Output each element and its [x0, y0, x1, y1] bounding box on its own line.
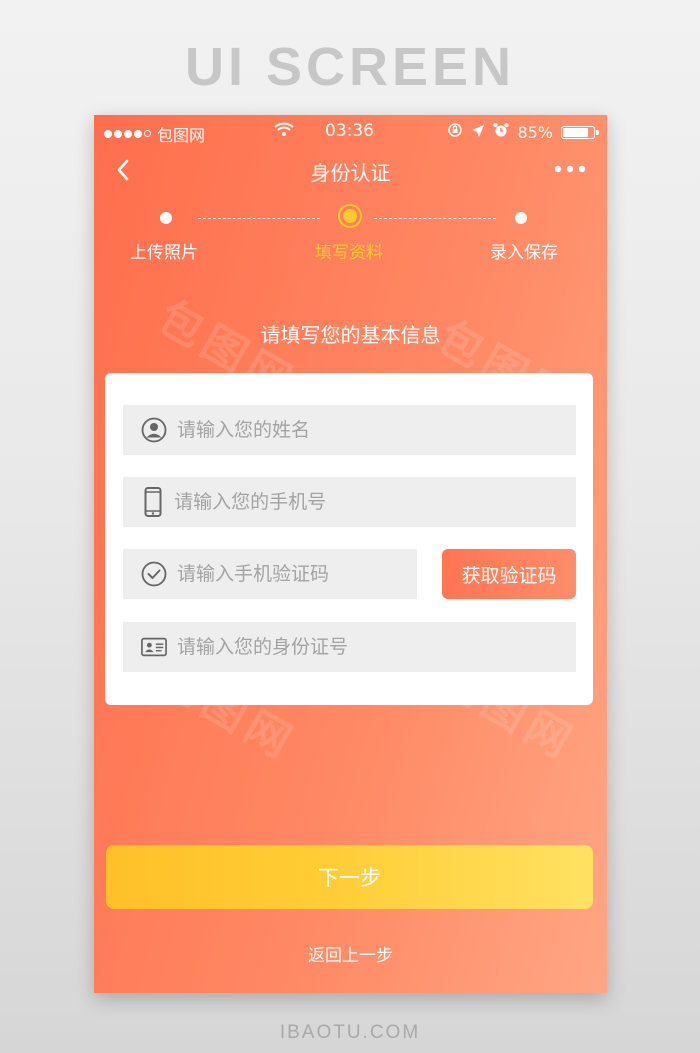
- step-dot-save: [515, 212, 527, 224]
- id-card-icon: [141, 634, 167, 660]
- battery-percent: 85%: [517, 122, 553, 142]
- navigation-bar: 身份认证: [94, 149, 607, 191]
- check-circle-icon: [141, 561, 167, 587]
- id-number-field: [123, 622, 576, 672]
- more-dots-icon[interactable]: [553, 159, 587, 179]
- battery-icon: [561, 125, 599, 139]
- phone-icon: [141, 487, 164, 517]
- name-input[interactable]: [177, 419, 576, 441]
- phone-input[interactable]: [174, 491, 576, 513]
- step-connector: [374, 218, 496, 219]
- background-footer: IBAOTU.COM: [279, 1022, 421, 1043]
- status-bar: 包图网 03:36 85%: [104, 120, 599, 145]
- page-title: 身份认证: [310, 161, 391, 185]
- form-title: 请填写您的基本信息: [260, 323, 441, 347]
- back-previous-link[interactable]: 返回上一步: [94, 941, 607, 966]
- id-number-input[interactable]: [177, 636, 576, 658]
- step-progress: 上传照片 填写资料 录入保存: [94, 208, 607, 268]
- alarm-icon: [493, 122, 509, 142]
- step-label-upload: 上传照片: [130, 243, 198, 263]
- user-icon: [141, 417, 167, 443]
- verification-code-field: [123, 549, 417, 599]
- location-icon: [471, 123, 485, 142]
- step-connector: [198, 218, 320, 219]
- get-code-button[interactable]: 获取验证码: [442, 549, 576, 599]
- phone-screen: 包图网 包图网 包图网 包图网 包图网 包图网 03:36 85%: [94, 115, 607, 993]
- step-label-fill-info: 填写资料: [315, 243, 383, 263]
- next-step-button[interactable]: 下一步: [106, 845, 593, 909]
- name-field: [123, 405, 576, 455]
- form-card: 获取验证码: [105, 373, 593, 705]
- verification-code-input[interactable]: [177, 563, 417, 585]
- background-title: UI SCREEN: [184, 37, 516, 97]
- rotation-lock-icon: [447, 122, 463, 142]
- phone-field: [123, 477, 576, 527]
- step-dot-fill-info: [343, 209, 357, 223]
- step-dot-upload: [160, 212, 172, 224]
- step-label-save: 录入保存: [490, 243, 558, 263]
